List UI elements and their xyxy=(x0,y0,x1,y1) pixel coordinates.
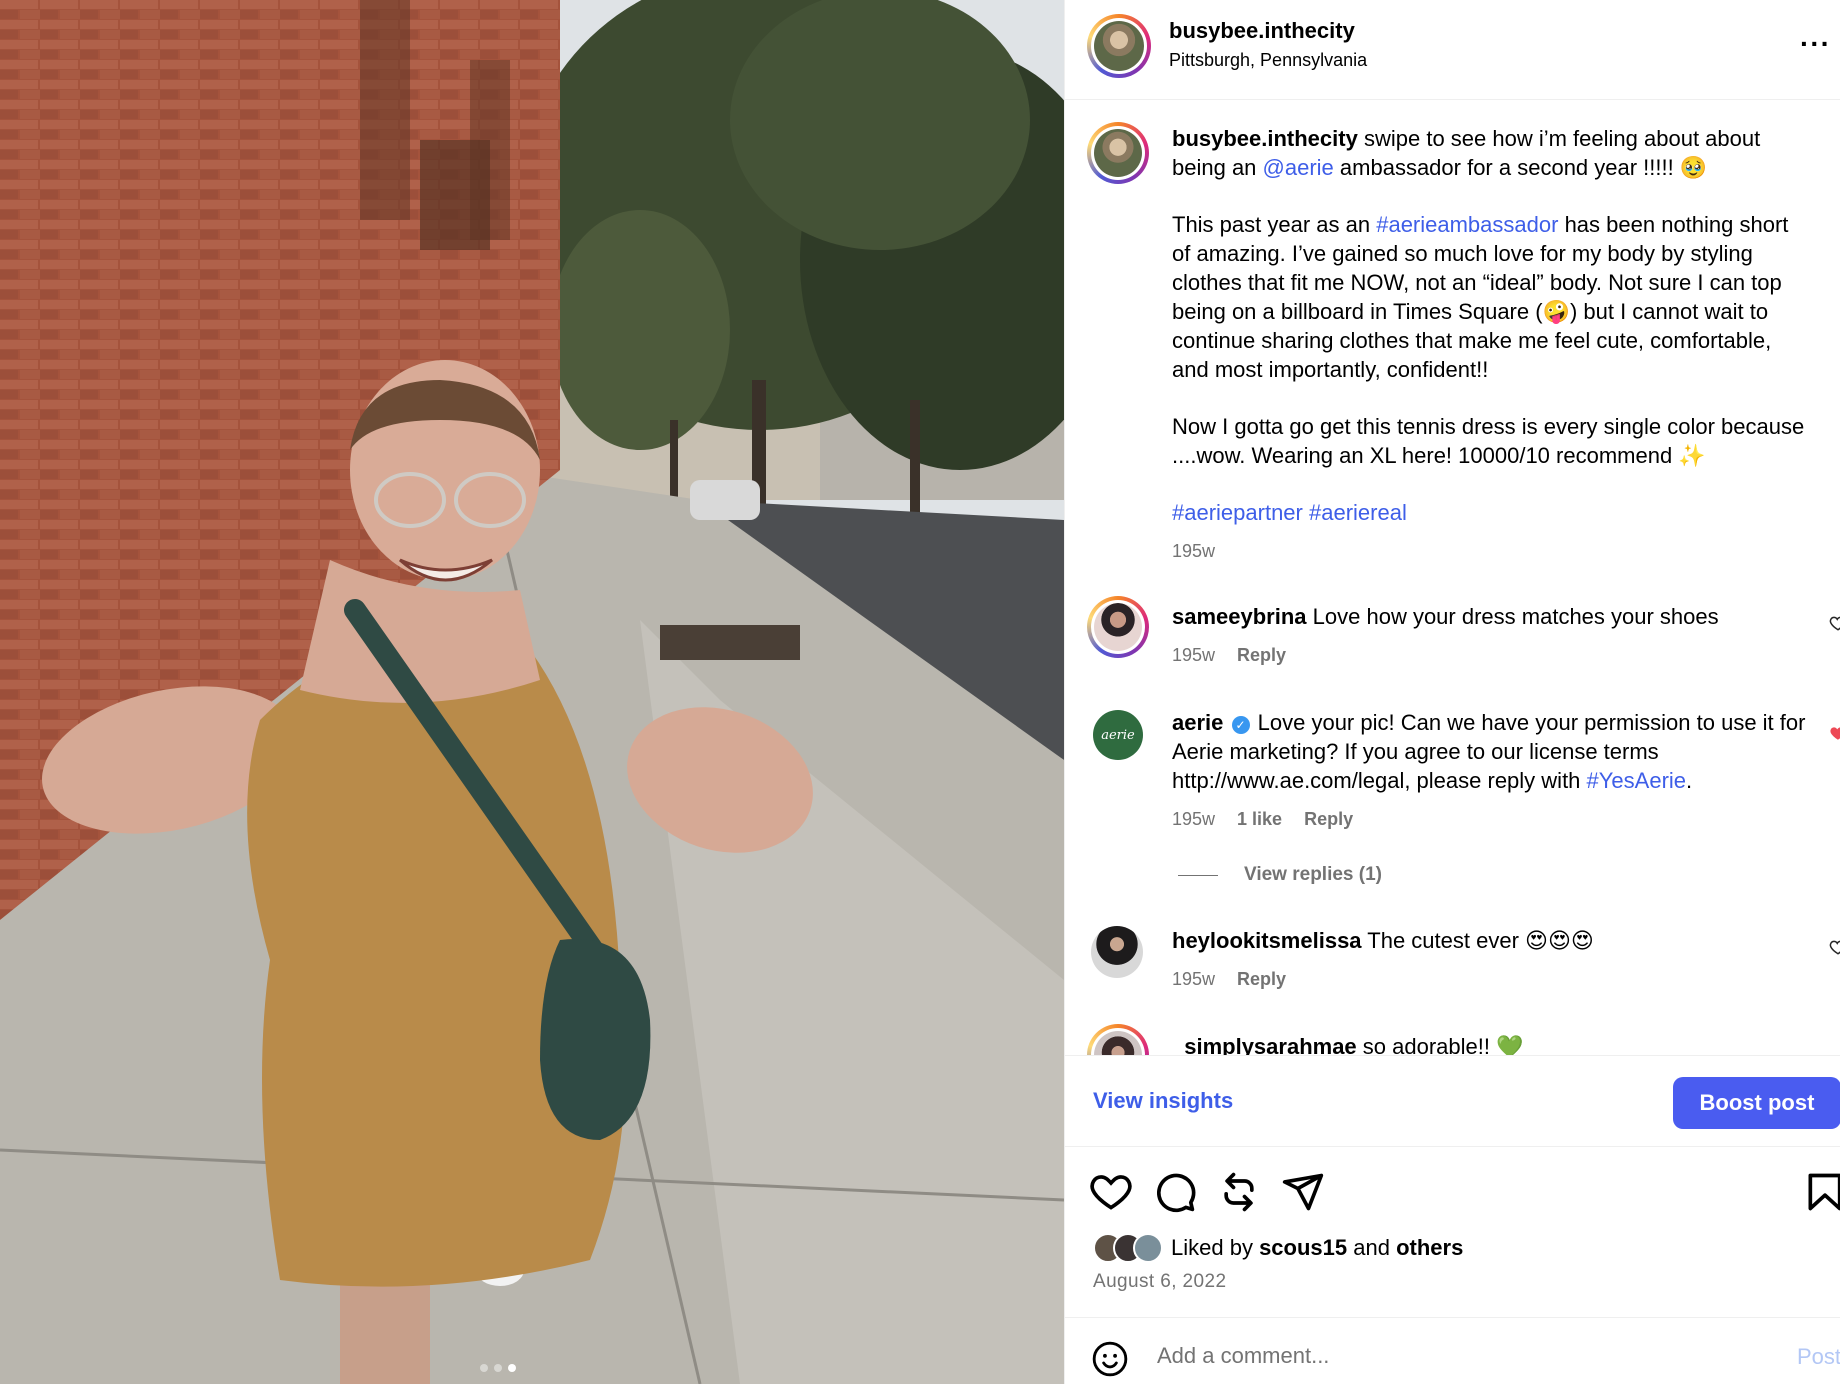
comment-time[interactable]: 195w xyxy=(1172,805,1215,834)
comment-username[interactable]: _simplysarahmae xyxy=(1172,1034,1357,1055)
post-location[interactable]: Pittsburgh, Pennsylvania xyxy=(1169,50,1367,71)
comment-text: . xyxy=(1686,768,1693,793)
view-replies-label[interactable]: View replies (1) xyxy=(1244,864,1382,886)
hashtag-link[interactable]: #aeriereal xyxy=(1309,500,1407,525)
author-username[interactable]: busybee.inthecity xyxy=(1169,18,1355,44)
comment-text: The cutest ever 😍😍😍 xyxy=(1367,928,1594,953)
boost-post-button[interactable]: Boost post xyxy=(1673,1077,1840,1129)
view-replies-divider xyxy=(1178,874,1218,876)
comment-text: so adorable!! 💚 xyxy=(1362,1034,1524,1055)
liked-by: Liked by scous15 and others xyxy=(1093,1233,1463,1263)
add-comment-bar: Post xyxy=(1065,1317,1840,1384)
author-avatar[interactable] xyxy=(1087,14,1151,78)
comment-input[interactable] xyxy=(1157,1338,1737,1374)
reply-button[interactable]: Reply xyxy=(1304,805,1353,834)
commenter-avatar[interactable] xyxy=(1087,1024,1149,1055)
caption-username[interactable]: busybee.inthecity xyxy=(1172,126,1358,151)
like-heart-icon[interactable] xyxy=(1089,1170,1133,1214)
like-comment-icon[interactable] xyxy=(1829,614,1840,632)
hashtag-link[interactable]: #aerieambassador xyxy=(1376,212,1558,237)
comment-time[interactable]: 195w xyxy=(1172,641,1215,670)
comment-time[interactable]: 195w xyxy=(1172,965,1215,994)
post-actions: Liked by scous15 and others August 6, 20… xyxy=(1065,1147,1840,1317)
comment-username[interactable]: sameeybrina xyxy=(1172,604,1307,629)
post-date[interactable]: August 6, 2022 xyxy=(1093,1271,1226,1293)
post-side-panel: busybee.inthecity Pittsburgh, Pennsylvan… xyxy=(1064,0,1840,1384)
commenter-avatar[interactable] xyxy=(1087,596,1149,658)
caption-time[interactable]: 195w xyxy=(1172,537,1215,566)
liked-comment-heart-icon[interactable] xyxy=(1829,724,1840,742)
caption-text: This past year as an xyxy=(1172,212,1377,237)
insights-bar: View insights Boost post xyxy=(1065,1055,1840,1147)
comment-bubble-icon[interactable] xyxy=(1153,1170,1197,1214)
comment-text: Love how your dress matches your shoes xyxy=(1312,604,1719,629)
like-comment-icon[interactable] xyxy=(1829,938,1840,956)
emoji-picker-icon[interactable] xyxy=(1091,1340,1129,1378)
commenter-avatar[interactable] xyxy=(1091,926,1143,978)
liked-by-mid: and xyxy=(1347,1235,1397,1260)
caption-text: ambassador for a second year !!!!! 🥹 xyxy=(1333,155,1708,180)
reply-button[interactable]: Reply xyxy=(1237,641,1286,670)
verified-badge-icon: ✓ xyxy=(1231,716,1250,734)
liked-by-user-link[interactable]: scous15 xyxy=(1259,1235,1347,1260)
hashtag-link[interactable]: #YesAerie xyxy=(1587,768,1686,793)
caption-text: has been nothing short of amazing. I’ve … xyxy=(1172,212,1789,382)
liked-by-prefix: Liked by xyxy=(1171,1235,1260,1260)
view-replies-button[interactable]: View replies (1) xyxy=(1178,864,1382,886)
repost-icon[interactable] xyxy=(1217,1170,1261,1214)
carousel-dot xyxy=(480,1364,488,1372)
comment-username[interactable]: heylookitsmelissa xyxy=(1172,928,1362,953)
caption-text: Now I gotta go get this tennis dress is … xyxy=(1172,414,1805,468)
carousel-indicator xyxy=(480,1364,516,1372)
mention-link[interactable]: @aerie xyxy=(1263,155,1334,180)
comments-list[interactable]: busybee.inthecity swipe to see how i’m f… xyxy=(1065,100,1840,1055)
post-comment-button[interactable]: Post xyxy=(1797,1344,1840,1370)
liked-by-others-link[interactable]: others xyxy=(1396,1235,1463,1260)
share-send-icon[interactable] xyxy=(1281,1170,1325,1214)
post-header: busybee.inthecity Pittsburgh, Pennsylvan… xyxy=(1065,0,1840,100)
liker-avatar[interactable] xyxy=(1133,1233,1163,1263)
post-photo[interactable] xyxy=(0,0,1064,1384)
view-insights-link[interactable]: View insights xyxy=(1093,1088,1233,1114)
more-options-icon[interactable]: ··· xyxy=(1800,28,1831,60)
carousel-dot-active xyxy=(508,1364,516,1372)
caption-author-avatar[interactable] xyxy=(1087,122,1149,184)
comment-text: Love your pic! Can we have your permissi… xyxy=(1172,710,1806,793)
comment-likes[interactable]: 1 like xyxy=(1237,805,1282,834)
save-bookmark-icon[interactable] xyxy=(1803,1170,1840,1214)
hashtag-link[interactable]: #aeriepartner xyxy=(1172,500,1303,525)
commenter-avatar[interactable]: aerie xyxy=(1093,710,1143,760)
photo-illustration xyxy=(0,0,1064,1384)
carousel-dot xyxy=(494,1364,502,1372)
comment-username[interactable]: aerie xyxy=(1172,710,1223,735)
reply-button[interactable]: Reply xyxy=(1237,965,1286,994)
